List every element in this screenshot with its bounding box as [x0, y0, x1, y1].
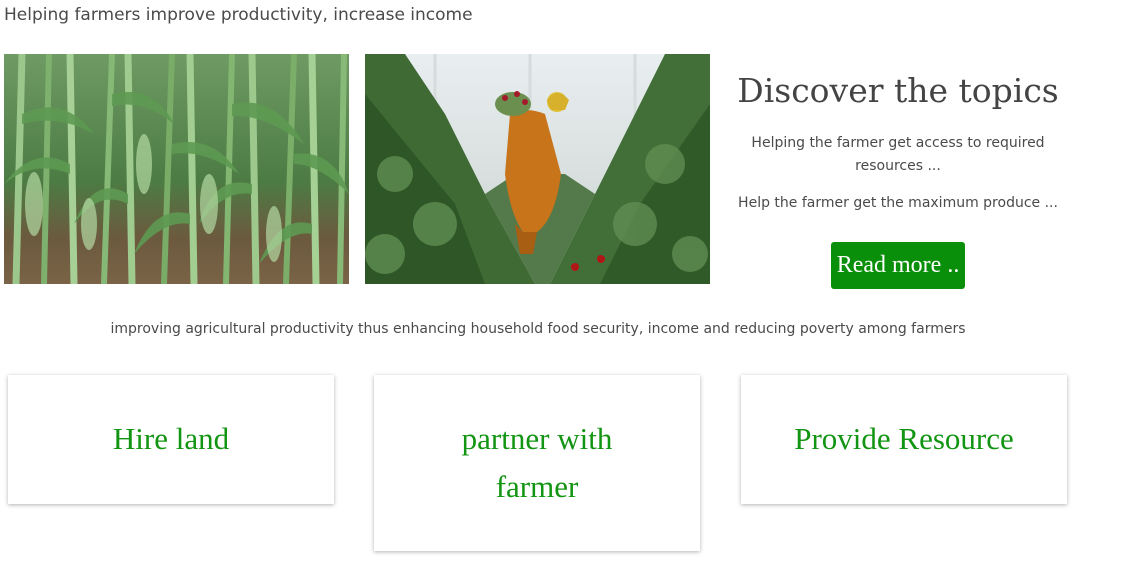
partner-with-farmer-card[interactable]: partner with farmer	[374, 375, 700, 551]
discover-topics-panel: Discover the topics Helping the farmer g…	[724, 60, 1072, 289]
partner-with-farmer-label: partner with farmer	[461, 421, 613, 504]
maize-field-image	[4, 54, 349, 284]
hire-land-label: Hire land	[112, 421, 230, 456]
site-tagline: Helping farmers improve productivity, in…	[4, 5, 473, 25]
provide-resource-label: Provide Resource	[794, 421, 1014, 456]
discover-produce-text: Help the farmer get the maximum produce …	[738, 195, 1058, 211]
mission-statement: improving agricultural productivity thus…	[110, 321, 966, 337]
provide-resource-card[interactable]: Provide Resource	[741, 375, 1067, 504]
discover-resources-text: Helping the farmer get access to require…	[751, 135, 1045, 174]
hire-land-card[interactable]: Hire land	[8, 375, 334, 504]
read-more-button[interactable]: Read more ..	[830, 242, 966, 289]
flower-greenhouse-image	[365, 54, 710, 284]
discover-title: Discover the topics	[737, 71, 1059, 110]
